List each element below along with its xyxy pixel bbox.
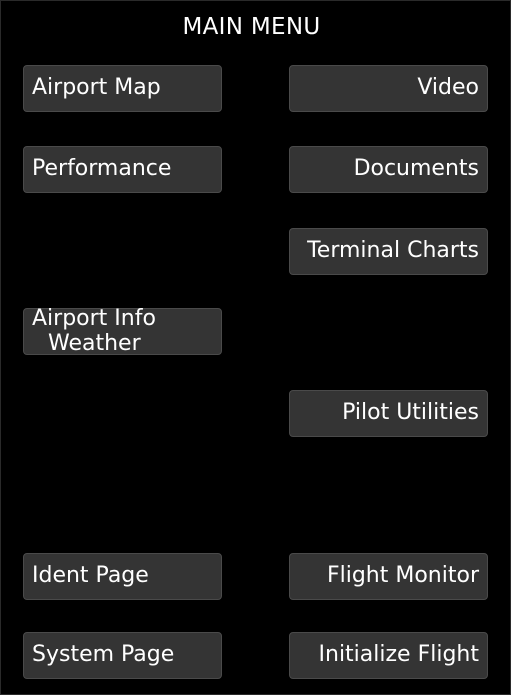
ident-page-button[interactable]: Ident Page [23,553,222,600]
initialize-flight-button[interactable]: Initialize Flight [289,632,488,679]
documents-label: Documents [353,156,479,182]
airport-info-label: Airport Info [32,306,156,332]
initialize-flight-label: Initialize Flight [318,642,479,668]
weather-label: Weather [48,330,141,356]
system-page-button[interactable]: System Page [23,632,222,679]
main-menu-screen: MAIN MENU Airport Map Video Performance … [0,0,511,695]
pilot-utilities-button[interactable]: Pilot Utilities [289,390,488,437]
airport-info-weather-button[interactable]: Airport Info Weather [23,306,222,356]
pilot-utilities-label: Pilot Utilities [342,400,479,426]
performance-button[interactable]: Performance [23,146,222,193]
system-page-label: System Page [32,642,175,668]
video-button[interactable]: Video [289,65,488,112]
documents-button[interactable]: Documents [289,146,488,193]
airport-map-label: Airport Map [32,75,161,101]
airport-map-button[interactable]: Airport Map [23,65,222,112]
flight-monitor-button[interactable]: Flight Monitor [289,553,488,600]
flight-monitor-label: Flight Monitor [326,563,479,589]
terminal-charts-label: Terminal Charts [307,238,479,264]
page-title: MAIN MENU [182,14,321,40]
ident-page-label: Ident Page [32,563,149,589]
video-label: Video [417,75,479,101]
terminal-charts-button[interactable]: Terminal Charts [289,228,488,275]
performance-label: Performance [32,156,172,182]
